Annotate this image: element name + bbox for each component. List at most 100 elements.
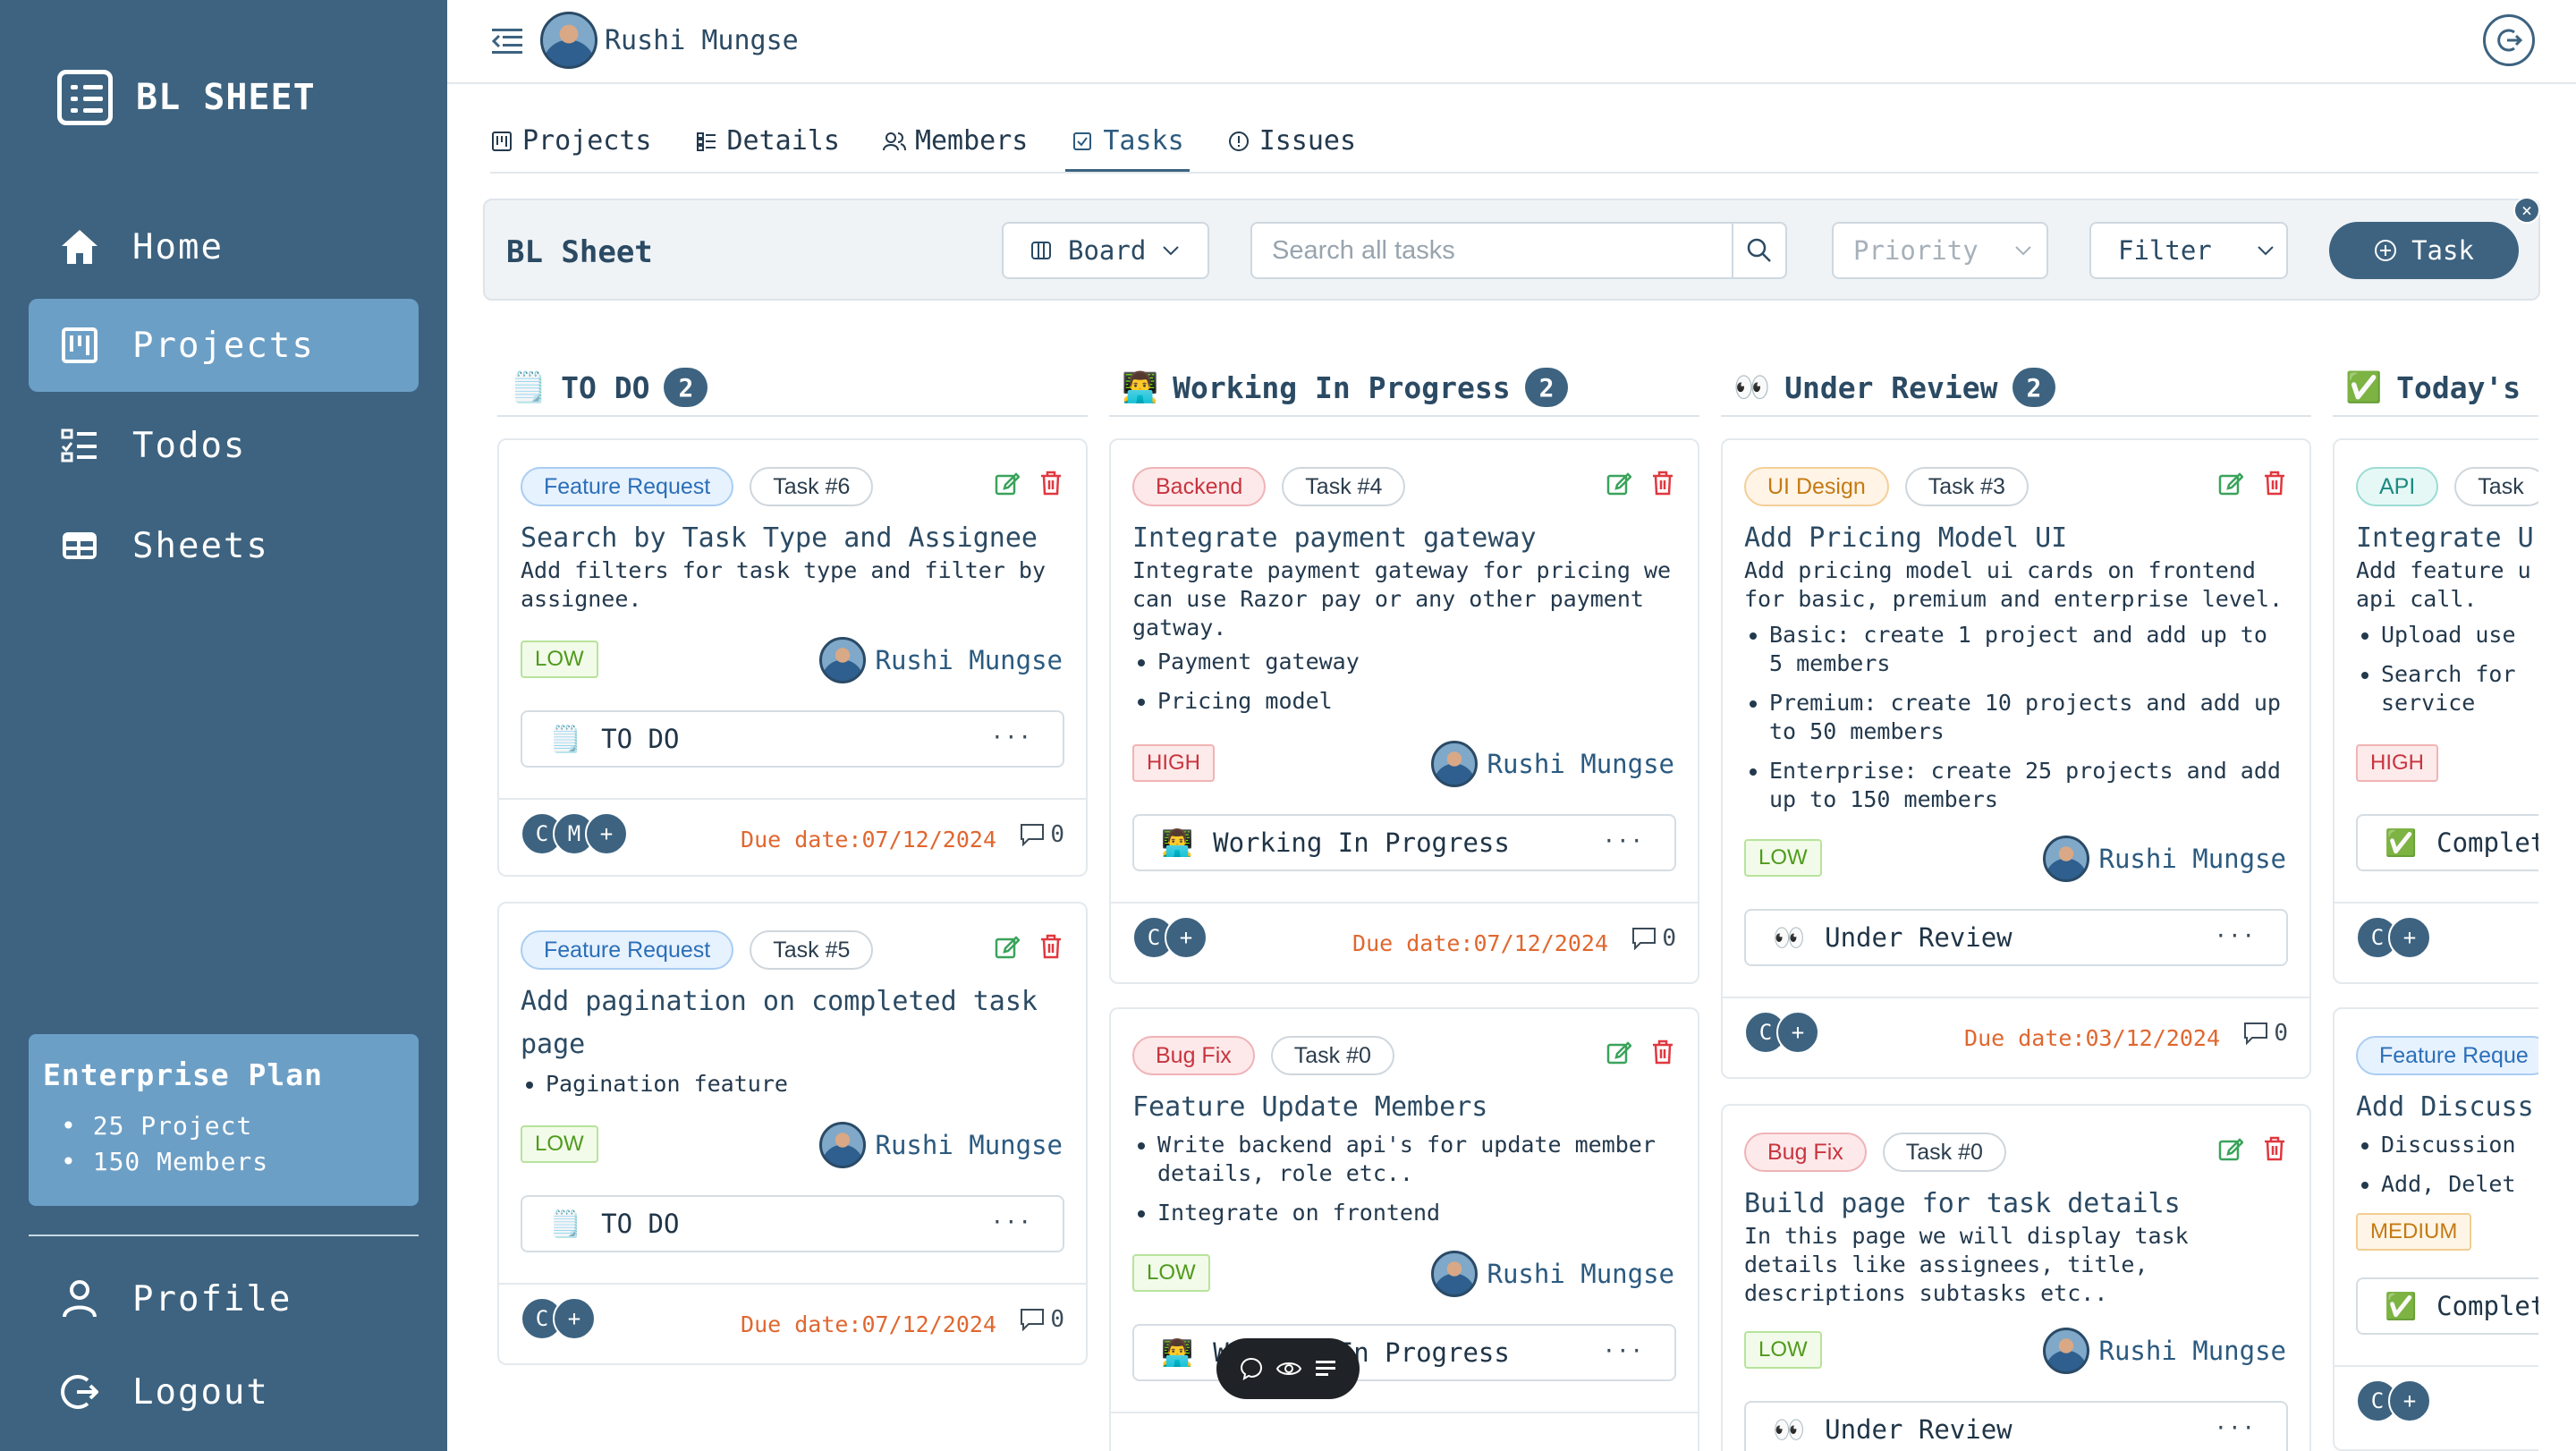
- status-select[interactable]: 🗒️ TO DO ···: [521, 1195, 1064, 1252]
- plan-feature: 150 Members: [61, 1144, 404, 1180]
- tab-tasks[interactable]: Tasks: [1065, 116, 1191, 173]
- status-emoji: 🗒️: [549, 723, 582, 754]
- chat-icon[interactable]: [1239, 1356, 1264, 1381]
- plan-features: 25 Project 150 Members: [43, 1108, 404, 1180]
- delete-icon[interactable]: [2263, 471, 2286, 496]
- task-card[interactable]: UI Design Task #3 Add Pricing Model UI Ad…: [1721, 438, 2311, 1079]
- tab-members[interactable]: Members: [882, 116, 1028, 165]
- delete-icon[interactable]: [2263, 1136, 2286, 1161]
- delete-icon[interactable]: [1039, 934, 1063, 959]
- eye-icon[interactable]: [1275, 1358, 1302, 1379]
- status-select[interactable]: ✅ Complet: [2356, 1277, 2538, 1335]
- edit-icon[interactable]: [1606, 471, 1631, 496]
- add-member-button[interactable]: +: [1165, 916, 1208, 959]
- edit-icon[interactable]: [2218, 1136, 2243, 1161]
- status-select[interactable]: 🗒️ TO DO ···: [521, 710, 1064, 768]
- sidebar-item-home[interactable]: Home: [29, 200, 419, 293]
- task-card[interactable]: Feature Request Task #5 Add pagination on…: [497, 902, 1088, 1365]
- sidebar-item-sheets[interactable]: Sheets: [29, 499, 419, 592]
- tab-projects[interactable]: Projects: [490, 116, 652, 165]
- card-description: Add filters for task type and filter by …: [521, 557, 1046, 612]
- task-card[interactable]: Backend Task #4 Integrate payment gateway…: [1109, 438, 1699, 984]
- subtask-item: Upload use: [2381, 621, 2533, 649]
- board-icon: [490, 130, 513, 153]
- card-subtasks: Pagination feature: [546, 1070, 1064, 1109]
- brand[interactable]: BL SHEET: [57, 70, 316, 125]
- status-select[interactable]: 👀 Under Review ···: [1744, 1401, 2288, 1451]
- delete-icon[interactable]: [1651, 1039, 1674, 1065]
- user-avatar[interactable]: [540, 12, 597, 69]
- add-task-button[interactable]: Task: [2329, 222, 2519, 279]
- search-button[interactable]: [1732, 222, 1787, 279]
- logout-button[interactable]: [2483, 14, 2535, 66]
- details-icon: [695, 130, 718, 153]
- sheet-logo-icon: [57, 70, 113, 125]
- sidebar-item-projects[interactable]: Projects: [29, 299, 419, 392]
- task-id-badge: Task #0: [1882, 1133, 2006, 1172]
- edit-icon[interactable]: [2218, 471, 2243, 496]
- task-card[interactable]: Feature Reque Add Discuss Discussion Add,…: [2333, 1007, 2538, 1451]
- edit-icon[interactable]: [1606, 1039, 1631, 1065]
- menu-collapse-icon[interactable]: [491, 27, 522, 55]
- priority-badge: LOW: [521, 641, 598, 678]
- add-member-button[interactable]: +: [2388, 1379, 2431, 1422]
- view-select[interactable]: Board: [1002, 222, 1209, 279]
- status-select[interactable]: ✅ Complet: [2356, 814, 2538, 871]
- more-icon[interactable]: ···: [1603, 828, 1644, 853]
- priority-badge: HIGH: [1132, 744, 1215, 782]
- priority-badge: MEDIUM: [2356, 1213, 2472, 1251]
- sidebar-item-todos[interactable]: Todos: [29, 399, 419, 492]
- status-value: Under Review: [1825, 922, 2012, 953]
- delete-icon[interactable]: [1651, 471, 1674, 496]
- comment-icon: [1021, 824, 1045, 846]
- task-id-badge: Task #3: [1904, 467, 2029, 506]
- card-description: Add feature u api call.: [2356, 557, 2531, 612]
- delete-icon[interactable]: [1039, 471, 1063, 496]
- status-select[interactable]: 👨‍💻 Working In Progress ···: [1132, 814, 1676, 871]
- status-value: TO DO: [601, 1209, 680, 1239]
- board-toolbar: BL Sheet Board Search all tasks Priority…: [483, 197, 2540, 301]
- add-member-button[interactable]: +: [553, 1297, 596, 1340]
- add-member-button[interactable]: +: [2388, 916, 2431, 959]
- task-id-badge: Task #4: [1282, 467, 1406, 506]
- more-icon[interactable]: ···: [1603, 1338, 1644, 1363]
- add-member-button[interactable]: +: [1776, 1011, 1819, 1054]
- task-card[interactable]: Feature Request Task #6 Search by Task Ty…: [497, 438, 1088, 877]
- close-icon[interactable]: ×: [2513, 197, 2540, 224]
- status-select[interactable]: 👀 Under Review ···: [1744, 909, 2288, 966]
- card-title: Feature Update Members: [1132, 1091, 1488, 1123]
- column-title: Under Review: [1784, 369, 1998, 405]
- task-card[interactable]: API Task Integrate U Add feature u api ca…: [2333, 438, 2538, 984]
- more-icon[interactable]: ···: [2215, 923, 2256, 948]
- chevron-down-icon: [1163, 246, 1180, 256]
- list-icon[interactable]: [1314, 1358, 1337, 1379]
- search-input[interactable]: Search all tasks: [1250, 222, 1787, 279]
- filter-select[interactable]: Filter: [2089, 222, 2288, 279]
- column-title: Working In Progress: [1173, 369, 1511, 405]
- sidebar-divider: [29, 1235, 419, 1236]
- card-divider: [1111, 902, 1698, 904]
- sidebar-item-profile[interactable]: Profile: [29, 1252, 419, 1345]
- status-value: TO DO: [601, 724, 680, 754]
- task-card[interactable]: Bug Fix Task #0 Build page for task detai…: [1721, 1104, 2311, 1451]
- more-icon[interactable]: ···: [991, 725, 1032, 750]
- add-member-button[interactable]: +: [585, 812, 628, 855]
- sidebar-item-logout[interactable]: Logout: [29, 1345, 419, 1438]
- edit-icon[interactable]: [995, 471, 1020, 496]
- status-select[interactable]: 👨‍💻 Working In Progress ···: [1132, 1324, 1676, 1381]
- priority-select[interactable]: Priority: [1832, 222, 2048, 279]
- tab-details[interactable]: Details: [695, 116, 840, 165]
- subtask-item: Write backend api's for update member de…: [1157, 1131, 1676, 1188]
- search-icon: [1747, 238, 1771, 262]
- tag-badge: Backend: [1132, 467, 1267, 506]
- more-icon[interactable]: ···: [991, 1209, 1032, 1235]
- priority-badge: HIGH: [2356, 744, 2438, 782]
- card-title: Add Discuss: [2356, 1091, 2534, 1123]
- more-icon[interactable]: ···: [2215, 1415, 2256, 1440]
- task-card[interactable]: Bug Fix Task #0 Feature Update Members Wr…: [1109, 1007, 1699, 1451]
- task-id-badge: Task #0: [1270, 1036, 1394, 1075]
- edit-icon[interactable]: [995, 934, 1020, 959]
- column-emoji: 👨‍💻: [1122, 369, 1159, 404]
- tab-issues[interactable]: Issues: [1227, 116, 1356, 165]
- filter-select-value: Filter: [2118, 235, 2212, 266]
